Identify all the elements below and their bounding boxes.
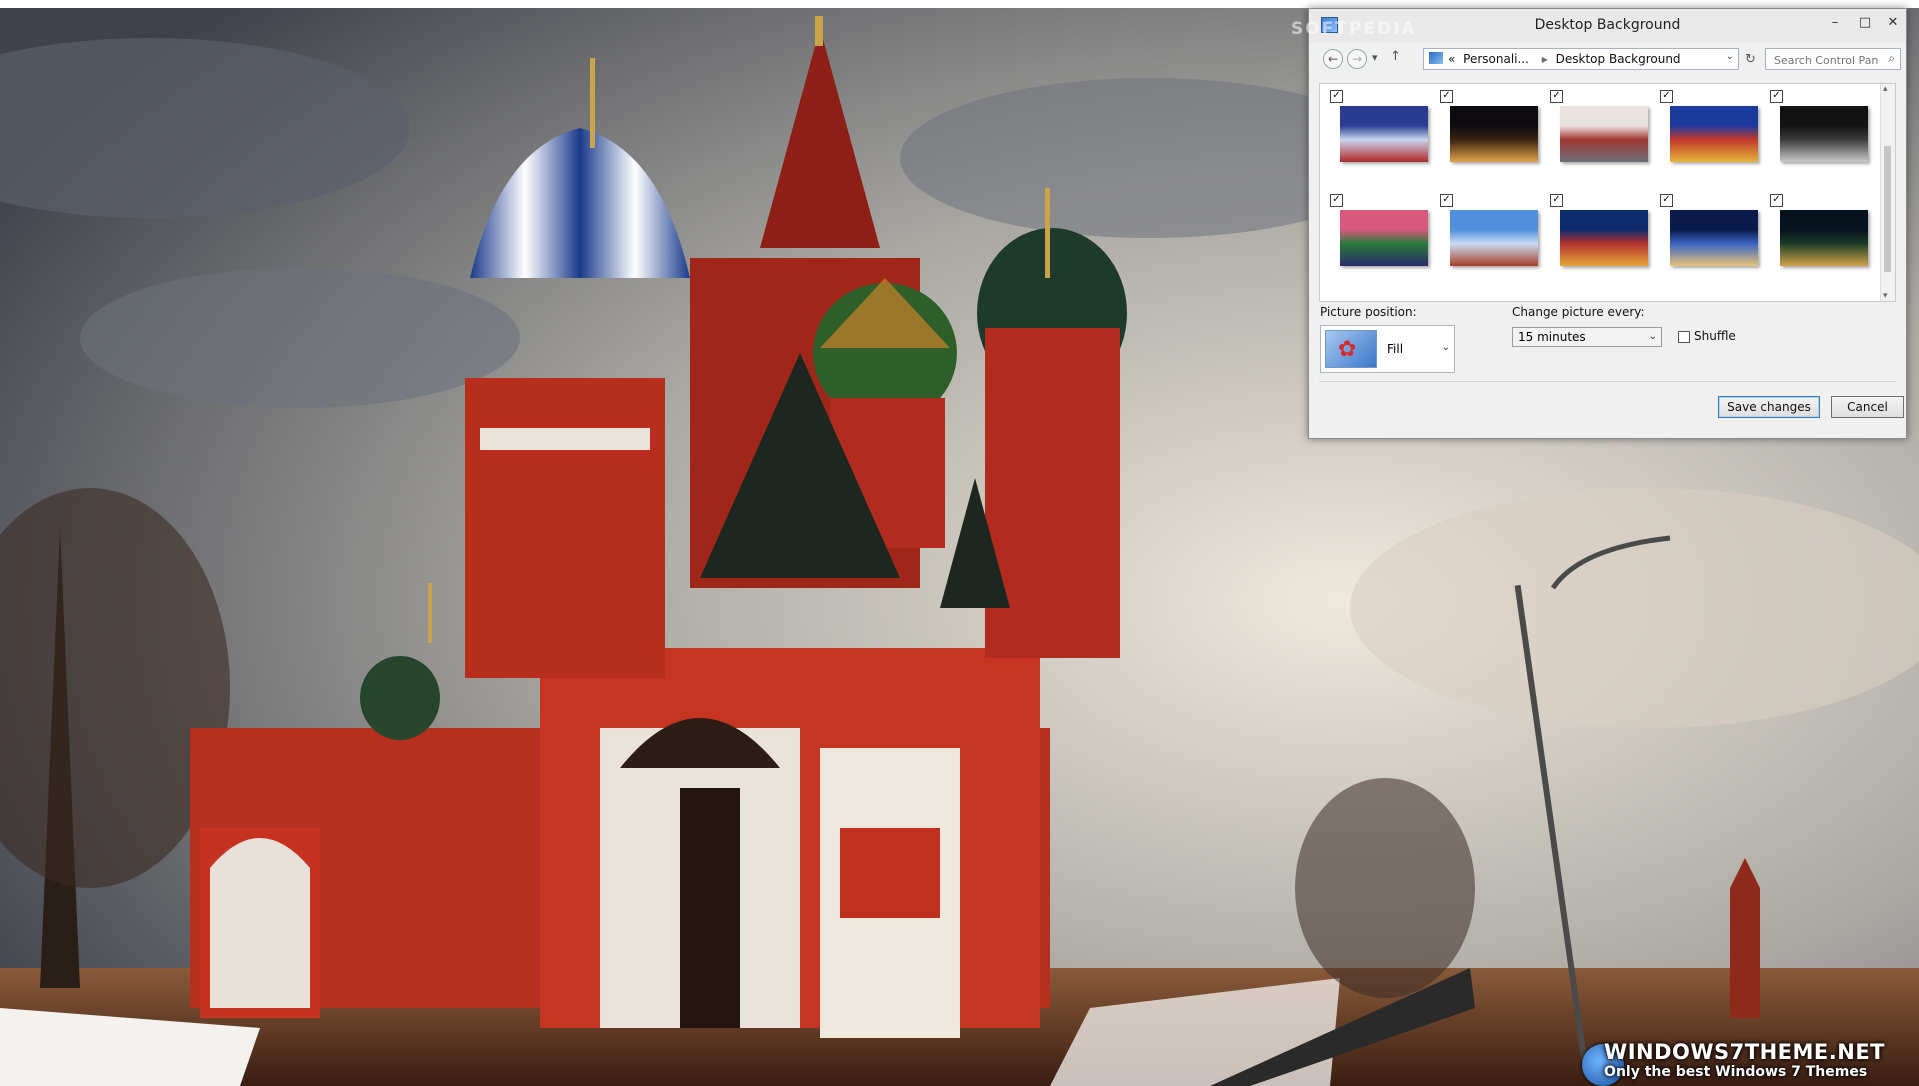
- divider: [1319, 381, 1896, 382]
- up-button[interactable]: ↑: [1390, 49, 1401, 64]
- window-title: Desktop Background: [1534, 17, 1681, 33]
- scroll-down-icon[interactable]: ▾: [1883, 291, 1888, 301]
- watermark-tagline: Only the best Windows 7 Themes: [1604, 1064, 1868, 1080]
- watermark-brand: WINDOWS7THEME.NET: [1604, 1040, 1885, 1064]
- breadcrumb-desktop-background[interactable]: Desktop Background: [1556, 52, 1681, 66]
- search-box[interactable]: ⌕: [1765, 48, 1901, 70]
- cancel-button[interactable]: Cancel: [1831, 396, 1904, 418]
- thumbnail-image[interactable]: [1670, 106, 1758, 162]
- search-icon[interactable]: ⌕: [1888, 51, 1895, 66]
- thumbnail-checkbox[interactable]: ✓: [1550, 194, 1563, 207]
- recent-pages-button[interactable]: ▾: [1372, 51, 1378, 64]
- save-changes-button[interactable]: Save changes: [1718, 396, 1820, 418]
- close-button[interactable]: ✕: [1879, 13, 1907, 33]
- picture-position-value: Fill: [1387, 342, 1404, 356]
- thumbnail-checkbox[interactable]: ✓: [1660, 194, 1673, 207]
- picture-position-select[interactable]: ✿ Fill ⌄: [1320, 325, 1455, 373]
- maximize-button[interactable]: □: [1851, 13, 1879, 33]
- back-button[interactable]: ←: [1323, 49, 1343, 69]
- address-dropdown-icon[interactable]: ⌄: [1726, 51, 1734, 62]
- shuffle-label[interactable]: Shuffle: [1694, 329, 1736, 343]
- thumbnail-image[interactable]: [1340, 210, 1428, 266]
- title-bar[interactable]: SOFTPEDIA Desktop Background – □ ✕: [1291, 9, 1907, 42]
- navigation-bar: ← → ▾ ↑ « Personali... ▸ Desktop Backgro…: [1309, 45, 1906, 75]
- refresh-icon[interactable]: ↻: [1745, 52, 1756, 67]
- breadcrumb-overflow[interactable]: «: [1448, 52, 1455, 66]
- wallpaper-thumbnail[interactable]: ✓: [1656, 86, 1764, 188]
- breadcrumb-separator-icon[interactable]: ▸: [1542, 52, 1548, 66]
- thumbnail-image[interactable]: [1560, 210, 1648, 266]
- wallpaper-gallery: ✓ ✓ ✓ ✓ ✓ ✓ ✓ ✓ ✓ ✓ ▴ ▾: [1319, 83, 1896, 302]
- scroll-up-icon[interactable]: ▴: [1883, 84, 1888, 94]
- desktop-background-window: SOFTPEDIA Desktop Background – □ ✕ ← → ▾…: [1291, 8, 1907, 439]
- wallpaper-thumbnail[interactable]: ✓: [1546, 190, 1654, 292]
- breadcrumb: « Personali... ▸ Desktop Background: [1448, 52, 1685, 66]
- change-interval-value: 15 minutes: [1518, 330, 1586, 344]
- picture-position-label: Picture position:: [1320, 305, 1417, 319]
- thumbnail-image[interactable]: [1450, 106, 1538, 162]
- wallpaper-thumbnail[interactable]: ✓: [1656, 190, 1764, 292]
- wallpaper-thumbnail[interactable]: ✓: [1326, 86, 1434, 188]
- thumbnail-checkbox[interactable]: ✓: [1770, 90, 1783, 103]
- wallpaper-thumbnail[interactable]: ✓: [1766, 190, 1874, 292]
- wallpaper-thumbnail[interactable]: ✓: [1546, 86, 1654, 188]
- search-input[interactable]: [1772, 50, 1880, 70]
- shuffle-checkbox[interactable]: [1678, 331, 1690, 343]
- flower-icon: ✿: [1325, 330, 1377, 368]
- thumbnail-image[interactable]: [1560, 106, 1648, 162]
- breadcrumb-personalization[interactable]: Personali...: [1463, 52, 1529, 66]
- scrollbar-thumb[interactable]: [1884, 146, 1891, 272]
- wallpaper-thumbnail[interactable]: ✓: [1326, 190, 1434, 292]
- thumbnail-checkbox[interactable]: ✓: [1440, 90, 1453, 103]
- thumbnail-image[interactable]: [1340, 106, 1428, 162]
- change-interval-select[interactable]: 15 minutes ⌄: [1512, 327, 1662, 347]
- thumbnail-image[interactable]: [1670, 210, 1758, 266]
- minimize-button[interactable]: –: [1821, 13, 1849, 33]
- chevron-down-icon: ⌄: [1648, 331, 1657, 342]
- watermark: WINDOWS7THEME.NET Only the best Windows …: [1604, 1040, 1885, 1080]
- thumbnail-checkbox[interactable]: ✓: [1770, 194, 1783, 207]
- thumbnail-checkbox[interactable]: ✓: [1660, 90, 1673, 103]
- thumbnail-image[interactable]: [1780, 106, 1868, 162]
- thumbnail-checkbox[interactable]: ✓: [1440, 194, 1453, 207]
- thumbnail-image[interactable]: [1780, 210, 1868, 266]
- forward-button[interactable]: →: [1347, 49, 1367, 69]
- gallery-scrollbar[interactable]: ▴ ▾: [1880, 84, 1895, 301]
- wallpaper-thumbnail[interactable]: ✓: [1436, 86, 1544, 188]
- control-panel-icon: [1429, 52, 1443, 64]
- thumbnail-checkbox[interactable]: ✓: [1330, 90, 1343, 103]
- thumbnail-checkbox[interactable]: ✓: [1330, 194, 1343, 207]
- wallpaper-thumbnail[interactable]: ✓: [1436, 190, 1544, 292]
- thumbnail-checkbox[interactable]: ✓: [1550, 90, 1563, 103]
- thumbnail-image[interactable]: [1450, 210, 1538, 266]
- chevron-down-icon: ⌄: [1441, 342, 1450, 353]
- address-bar[interactable]: « Personali... ▸ Desktop Background ⌄: [1423, 48, 1739, 70]
- change-interval-label: Change picture every:: [1512, 305, 1645, 319]
- wallpaper-thumbnail[interactable]: ✓: [1766, 86, 1874, 188]
